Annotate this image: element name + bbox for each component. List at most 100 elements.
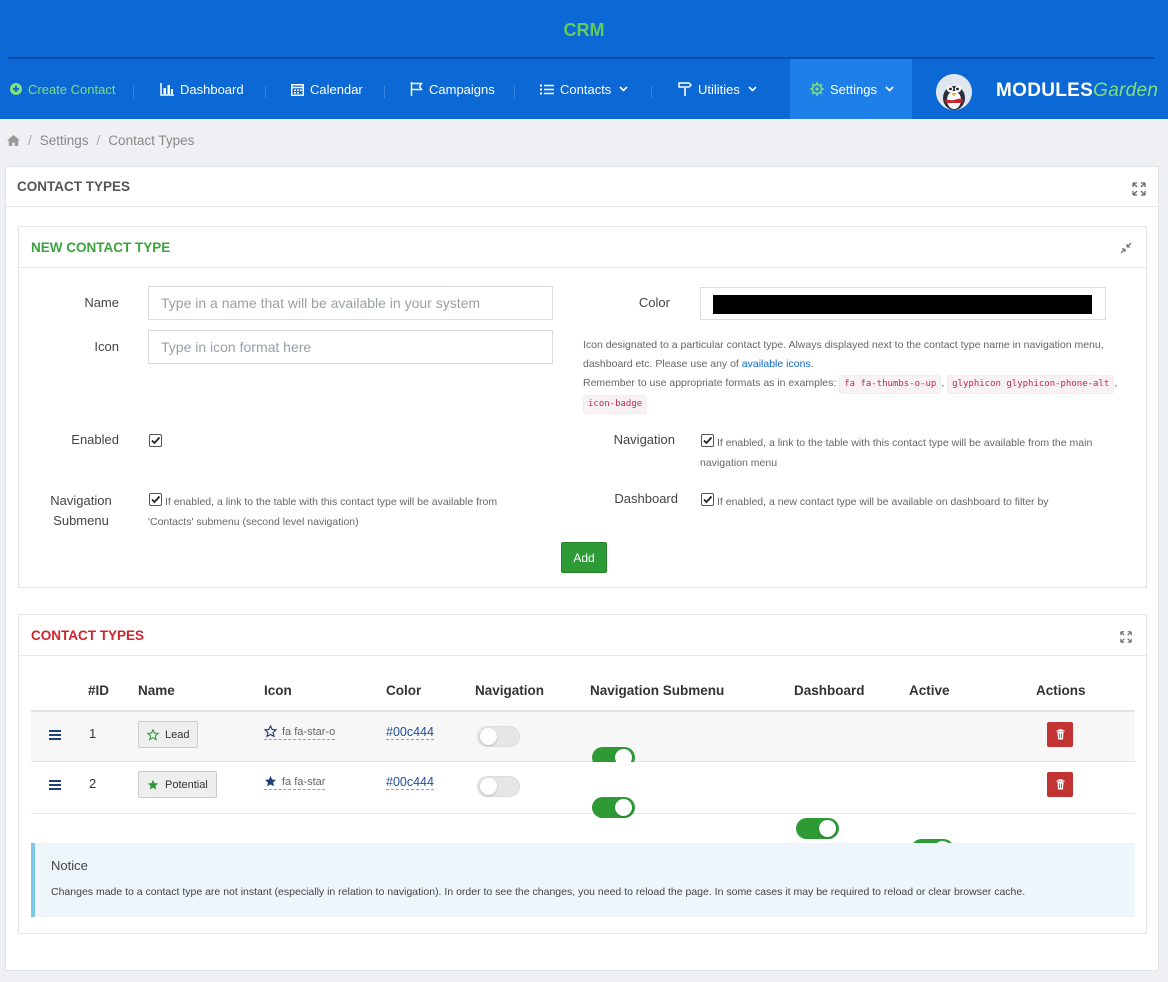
nav-contacts[interactable]: Contacts — [540, 59, 628, 119]
column-header-navigation-submenu[interactable]: Navigation Submenu — [590, 683, 724, 698]
nav-utilities-label: Utilities — [698, 81, 740, 97]
name-input[interactable] — [148, 286, 553, 320]
navigation-label: Navigation — [613, 432, 675, 447]
dashboard-label: Dashboard — [614, 491, 678, 506]
trash-icon — [1056, 779, 1064, 790]
color-label: Color — [638, 295, 670, 310]
drag-handle-icon[interactable] — [49, 730, 61, 740]
navigation-help: If enabled, a link to the table with thi… — [700, 437, 1093, 469]
navigation-toggle[interactable] — [477, 726, 520, 747]
nav-dashboard-label: Dashboard — [180, 81, 244, 97]
logo-sub-text: Garden — [1093, 80, 1159, 101]
nav-create-contact-label: Create Contact — [28, 81, 116, 97]
icon-help-text: Icon designated to a particular contact … — [583, 336, 1133, 414]
drag-handle-icon[interactable] — [49, 780, 61, 790]
expand-icon[interactable] — [1120, 631, 1132, 643]
nav-submenu-label-2: Submenu — [53, 513, 109, 528]
nav-create-contact[interactable]: Create Contact — [10, 59, 115, 119]
nav-submenu-help: If enabled, a link to the table with thi… — [148, 496, 498, 528]
checkmark-icon — [151, 436, 161, 445]
nav-separator — [651, 86, 652, 98]
contact-types-table-title: CONTACT TYPES — [31, 628, 145, 643]
nav-settings-label: Settings — [830, 81, 877, 97]
nav-campaigns[interactable]: Campaigns — [410, 59, 495, 119]
gear-icon — [810, 82, 824, 96]
chevron-down-icon — [619, 86, 628, 92]
page-panel-title: CONTACT TYPES — [17, 179, 131, 194]
icon-help-line-1: Icon designated to a particular contact … — [583, 339, 1104, 370]
notice-box: Notice Changes made to a contact type ar… — [31, 843, 1135, 917]
delete-button[interactable] — [1047, 772, 1073, 797]
calendar-icon — [291, 83, 304, 96]
enabled-checkbox[interactable] — [149, 434, 162, 447]
contact-type-badge: Potential — [138, 771, 217, 798]
nav-calendar[interactable]: Calendar — [291, 59, 363, 119]
icon-value[interactable]: fa fa-star — [264, 775, 326, 790]
navigation-submenu-toggle[interactable] — [592, 797, 635, 818]
name-label: Name — [84, 295, 119, 310]
app-header: CRM Create Contact Dashboard Calendar Ca… — [0, 0, 1168, 119]
column-header-icon[interactable]: Icon — [264, 683, 292, 698]
nav-settings[interactable]: Settings — [790, 59, 912, 119]
color-value[interactable]: #00c444 — [386, 725, 434, 740]
notice-text: Changes made to a contact type are not i… — [51, 886, 1026, 898]
home-icon[interactable] — [7, 135, 20, 146]
list-icon — [540, 84, 554, 94]
nav-separator — [384, 86, 385, 98]
icon-example-code: glyphicon glyphicon-phone-alt — [947, 375, 1115, 394]
delete-button[interactable] — [1047, 722, 1073, 747]
icon-value-text: fa fa-star-o — [282, 725, 336, 738]
breadcrumb-settings[interactable]: Settings — [40, 133, 89, 148]
breadcrumb-separator: / — [96, 133, 101, 148]
icon-example-code: fa fa-thumbs-o-up — [839, 375, 942, 394]
dashboard-help: If enabled, a new contact type will be a… — [717, 496, 1049, 508]
available-icons-link[interactable]: available icons — [742, 358, 811, 370]
table-row: 2 Potential fa fa-star #00c444 — [31, 762, 1135, 860]
column-header-color[interactable]: Color — [386, 683, 421, 698]
notice-title: Notice — [51, 858, 88, 873]
nav-separator — [514, 86, 515, 98]
chevron-down-icon — [885, 86, 894, 92]
column-header-dashboard[interactable]: Dashboard — [794, 683, 865, 698]
nav-utilities[interactable]: Utilities — [678, 59, 757, 119]
bar-chart-icon — [160, 82, 174, 96]
nav-separator — [265, 86, 266, 98]
toggle-knob — [615, 799, 632, 816]
column-header-active[interactable]: Active — [909, 683, 950, 698]
column-header-id[interactable]: #ID — [88, 683, 109, 698]
modulesgarden-logo: MODULESGarden — [996, 80, 1158, 102]
nav-submenu-label-1: Navigation — [50, 493, 112, 508]
toggle-knob — [819, 820, 836, 837]
row-id: 1 — [89, 726, 97, 741]
new-contact-type-panel: NEW CONTACT TYPE Name Icon Color Icon de… — [18, 226, 1147, 588]
star-icon — [147, 779, 159, 789]
breadcrumb-separator: / — [28, 133, 32, 148]
icon-input[interactable] — [148, 330, 553, 364]
contact-types-table-header: CONTACT TYPES — [19, 615, 1146, 656]
logo-main-text: MODULES — [996, 80, 1094, 101]
column-header-navigation[interactable]: Navigation — [475, 683, 544, 698]
star-outline-icon — [147, 728, 159, 741]
add-button[interactable]: Add — [561, 542, 607, 573]
column-header-name[interactable]: Name — [138, 683, 175, 698]
color-value[interactable]: #00c444 — [386, 775, 434, 790]
icon-label: Icon — [94, 339, 119, 354]
nav-campaigns-label: Campaigns — [429, 81, 495, 97]
user-avatar[interactable] — [936, 74, 972, 110]
app-title: CRM — [563, 20, 605, 40]
page-panel-header: CONTACT TYPES — [6, 167, 1158, 207]
contact-type-badge: Lead — [138, 721, 199, 748]
nav-calendar-label: Calendar — [310, 81, 363, 97]
color-picker-input[interactable] — [700, 287, 1106, 320]
breadcrumb: / Settings / Contact Types — [7, 133, 194, 148]
collapse-icon[interactable] — [1120, 242, 1132, 254]
expand-icon[interactable] — [1132, 182, 1146, 196]
color-swatch — [713, 295, 1092, 314]
contact-types-page-panel: CONTACT TYPES NEW CONTACT TYPE Name Icon… — [5, 166, 1159, 971]
dashboard-toggle[interactable] — [796, 818, 839, 839]
nav-dashboard[interactable]: Dashboard — [160, 59, 244, 119]
breadcrumb-contact-types: Contact Types — [108, 133, 195, 148]
icon-value[interactable]: fa fa-star-o — [264, 725, 336, 740]
navigation-toggle[interactable] — [477, 776, 520, 797]
contact-type-name: Lead — [165, 728, 190, 741]
